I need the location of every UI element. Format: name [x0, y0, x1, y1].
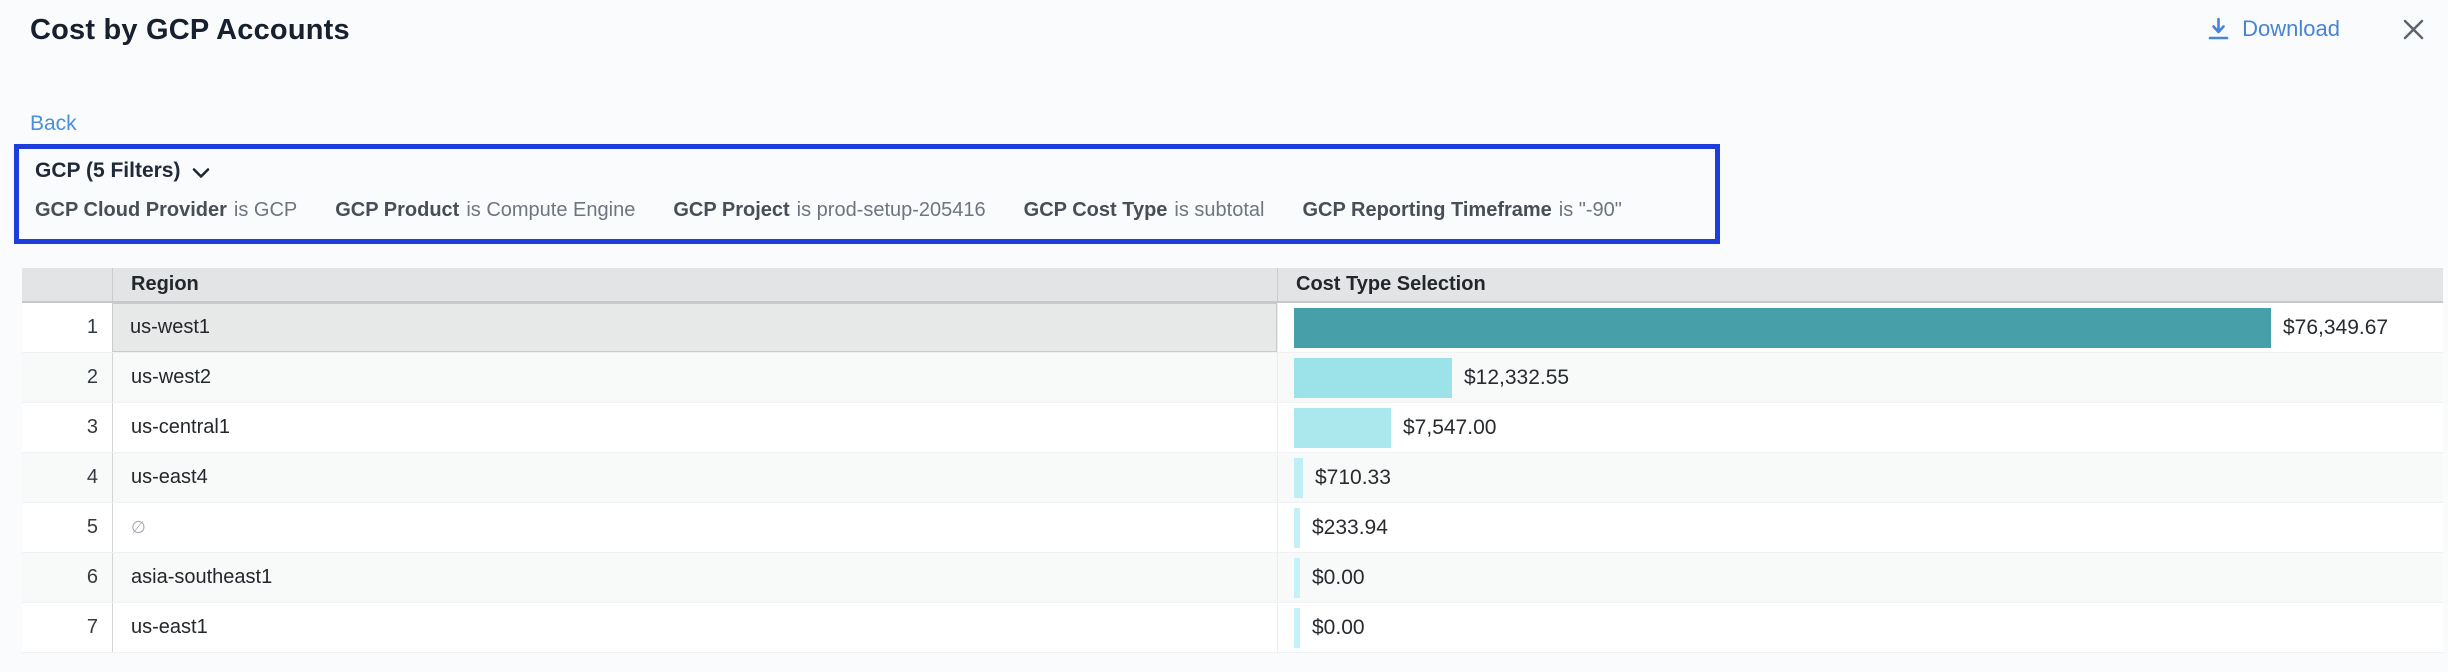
- table-row: 4us-east4 $710.33: [22, 453, 2443, 503]
- column-header-cost-type-selection: Cost Type Selection: [1277, 268, 2443, 301]
- cost-value-label: $710.33: [1315, 466, 1391, 490]
- cost-bar: [1294, 558, 1300, 598]
- filter-item: GCP Reporting Timeframeis "-90": [1302, 199, 1621, 222]
- back-link[interactable]: Back: [30, 112, 77, 136]
- page-title: Cost by GCP Accounts: [30, 14, 350, 47]
- filter-item: GCP Projectis prod-setup-205416: [673, 199, 985, 222]
- download-label: Download: [2242, 16, 2340, 42]
- close-icon: [2401, 17, 2426, 42]
- cost-value-label: $7,547.00: [1403, 416, 1496, 440]
- cost-value-label: $0.00: [1312, 566, 1365, 590]
- row-index: 2: [22, 353, 112, 402]
- column-header-region: Region: [112, 268, 1277, 301]
- region-cell[interactable]: us-west1: [112, 303, 1277, 352]
- cost-cell[interactable]: $7,547.00: [1277, 403, 2443, 452]
- cost-value-label: $233.94: [1312, 516, 1388, 540]
- table-row: 3us-central1 $7,547.00: [22, 403, 2443, 453]
- region-cell[interactable]: us-east4: [112, 453, 1277, 502]
- cost-bar: [1294, 308, 2271, 348]
- cost-table: Region Cost Type Selection 1us-west1 $76,…: [22, 268, 2443, 653]
- row-index: 1: [22, 303, 112, 352]
- filter-item: GCP Cost Typeis subtotal: [1024, 199, 1265, 222]
- cost-cell[interactable]: $233.94: [1277, 503, 2443, 552]
- cost-value-label: $0.00: [1312, 616, 1365, 640]
- region-cell[interactable]: us-east1: [112, 603, 1277, 652]
- cost-bar: [1294, 458, 1303, 498]
- cost-value-label: $12,332.55: [1464, 366, 1569, 390]
- cost-bar: [1294, 358, 1452, 398]
- close-button[interactable]: [2398, 14, 2428, 44]
- table-row: 1us-west1 $76,349.67: [22, 303, 2443, 353]
- cost-bar: [1294, 608, 1300, 648]
- topbar-actions: Download: [2207, 14, 2428, 44]
- cost-cell[interactable]: $12,332.55: [1277, 353, 2443, 402]
- filters-dropdown-label: GCP (5 Filters): [35, 159, 180, 183]
- null-value: ∅: [131, 518, 146, 538]
- cost-cell[interactable]: $710.33: [1277, 453, 2443, 502]
- filter-summary: GCP Cloud Provideris GCP GCP Productis Co…: [35, 199, 1699, 222]
- filter-item: GCP Cloud Provideris GCP: [35, 199, 297, 222]
- row-index: 7: [22, 603, 112, 652]
- row-index: 4: [22, 453, 112, 502]
- table-row: 6asia-southeast1 $0.00: [22, 553, 2443, 603]
- table-header-row: Region Cost Type Selection: [22, 268, 2443, 303]
- cost-cell[interactable]: $0.00: [1277, 553, 2443, 602]
- region-cell[interactable]: ∅: [112, 503, 1277, 552]
- filter-item: GCP Productis Compute Engine: [335, 199, 635, 222]
- download-icon: [2207, 17, 2230, 41]
- cost-bar: [1294, 508, 1300, 548]
- row-index: 5: [22, 503, 112, 552]
- chevron-down-icon: [192, 164, 210, 179]
- column-header-index: [22, 268, 112, 301]
- table-body: 1us-west1$76,349.672us-west2$12,332.553u…: [22, 303, 2443, 653]
- region-cell[interactable]: us-central1: [112, 403, 1277, 452]
- download-button[interactable]: Download: [2207, 16, 2340, 42]
- cost-value-label: $76,349.67: [2283, 316, 2388, 340]
- filters-dropdown-toggle[interactable]: GCP (5 Filters): [35, 159, 210, 183]
- filters-panel: GCP (5 Filters) GCP Cloud Provideris GCP…: [14, 144, 1720, 244]
- table-row: 7us-east1 $0.00: [22, 603, 2443, 653]
- region-cell[interactable]: us-west2: [112, 353, 1277, 402]
- table-row: 2us-west2 $12,332.55: [22, 353, 2443, 403]
- cost-bar: [1294, 408, 1391, 448]
- row-index: 3: [22, 403, 112, 452]
- table-row: 5 ∅ $233.94: [22, 503, 2443, 553]
- row-index: 6: [22, 553, 112, 602]
- cost-cell[interactable]: $76,349.67: [1277, 303, 2443, 352]
- region-cell[interactable]: asia-southeast1: [112, 553, 1277, 602]
- cost-cell[interactable]: $0.00: [1277, 603, 2443, 652]
